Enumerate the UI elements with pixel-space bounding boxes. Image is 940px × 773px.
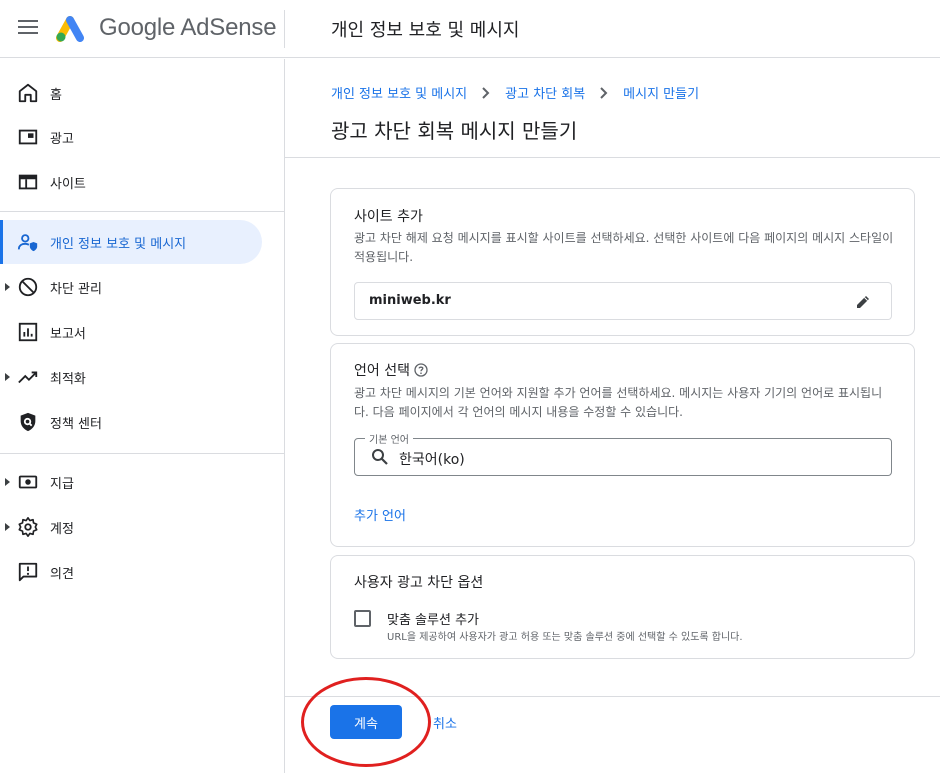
header-section-title: 개인 정보 보호 및 메시지	[331, 20, 520, 41]
site-field[interactable]: miniweb.kr	[354, 282, 892, 320]
language-card-title: 언어 선택	[354, 360, 428, 380]
active-indicator	[0, 220, 3, 264]
sidebar-item-label: 의견	[50, 566, 74, 582]
continue-button[interactable]: 계속	[330, 705, 402, 739]
sidebar-item-label: 최적화	[50, 371, 86, 387]
breadcrumb: 개인 정보 보호 및 메시지 광고 차단 회복 메시지 만들기	[331, 83, 699, 102]
sidebar-item-label: 광고	[50, 131, 74, 147]
site-value: miniweb.kr	[369, 293, 451, 308]
sidebar-item-sites[interactable]: 사이트	[0, 160, 262, 204]
payments-icon	[18, 475, 38, 489]
sites-card-title: 사이트 추가	[354, 209, 423, 225]
language-card-description: 광고 차단 메시지의 기본 언어와 지원할 추가 언어를 선택하세요. 메시지는…	[354, 386, 883, 419]
privacy-messaging-icon	[17, 234, 38, 252]
policy-center-icon	[20, 412, 36, 432]
custom-solution-label: 맞춤 솔루션 추가	[387, 613, 479, 628]
footer-divider	[285, 696, 940, 697]
sidebar-nav: 홈 광고 사이트 개인 정보 보호 및 메시지 차단 관리 보고서 최적화 정책…	[0, 59, 285, 773]
language-card-title-text: 언어 선택	[354, 363, 410, 379]
chevron-right-icon	[600, 86, 608, 99]
options-card-title: 사용자 광고 차단 옵션	[354, 575, 484, 591]
account-gear-icon	[18, 517, 38, 537]
top-app-bar: Google AdSense 개인 정보 보호 및 메시지	[0, 0, 940, 58]
custom-solution-checkbox[interactable]	[354, 610, 371, 627]
sidebar-item-privacy-messaging[interactable]: 개인 정보 보호 및 메시지	[0, 220, 262, 264]
menu-icon[interactable]	[18, 20, 38, 36]
sidebar-item-label: 홈	[50, 87, 62, 103]
adsense-logo-icon	[56, 16, 84, 42]
sidebar-item-payments[interactable]: 지급	[0, 460, 262, 504]
custom-solution-description: URL을 제공하여 사용자가 광고 허용 또는 맞춤 솔루션 중에 선택할 수 …	[387, 632, 743, 643]
user-options-card: 사용자 광고 차단 옵션 맞춤 솔루션 추가 URL을 제공하여 사용자가 광고…	[330, 555, 915, 659]
sidebar-item-home[interactable]: 홈	[0, 71, 262, 115]
breadcrumb-link-ad-block-recovery[interactable]: 광고 차단 회복	[505, 83, 585, 102]
help-icon[interactable]	[414, 363, 428, 377]
app-name: Google AdSense	[99, 14, 277, 41]
page-title: 광고 차단 회복 메시지 만들기	[331, 119, 578, 143]
search-icon	[372, 449, 388, 465]
sidebar-item-label: 개인 정보 보호 및 메시지	[50, 236, 187, 252]
breadcrumb-link-privacy[interactable]: 개인 정보 보호 및 메시지	[331, 83, 467, 102]
sidebar-item-feedback[interactable]: 의견	[0, 550, 262, 594]
expand-caret-icon[interactable]	[5, 523, 10, 531]
sites-card: 사이트 추가 광고 차단 해제 요청 메시지를 표시할 사이트를 선택하세요. …	[330, 188, 915, 336]
expand-caret-icon[interactable]	[5, 283, 10, 291]
expand-caret-icon[interactable]	[5, 373, 10, 381]
default-language-label: 기본 언어	[365, 431, 413, 446]
breadcrumb-link-create-message[interactable]: 메시지 만들기	[623, 83, 699, 102]
sidebar-item-reports[interactable]: 보고서	[0, 310, 262, 354]
language-card: 언어 선택 광고 차단 메시지의 기본 언어와 지원할 추가 언어를 선택하세요…	[330, 343, 915, 547]
feedback-icon	[18, 562, 38, 582]
default-language-value: 한국어(ko)	[399, 452, 465, 468]
home-icon	[18, 83, 38, 103]
sidebar-item-label: 정책 센터	[50, 416, 102, 432]
ads-icon	[18, 129, 38, 145]
edit-pencil-icon[interactable]	[855, 294, 871, 310]
sidebar-item-optimization[interactable]: 최적화	[0, 355, 262, 399]
sidebar-divider	[0, 211, 285, 212]
add-language-link[interactable]: 추가 언어	[354, 505, 406, 524]
reports-icon	[18, 322, 38, 342]
sidebar-item-ads[interactable]: 광고	[0, 115, 262, 159]
sidebar-divider	[0, 453, 285, 454]
sidebar-item-account[interactable]: 계정	[0, 505, 262, 549]
default-language-select[interactable]: 기본 언어 한국어(ko)	[354, 431, 892, 476]
sidebar-item-label: 차단 관리	[50, 281, 102, 297]
sites-card-description: 광고 차단 해제 요청 메시지를 표시할 사이트를 선택하세요. 선택한 사이트…	[354, 231, 894, 264]
header-divider	[285, 157, 940, 158]
cancel-button[interactable]: 취소	[433, 713, 457, 732]
sidebar-item-label: 보고서	[50, 326, 86, 342]
expand-caret-icon[interactable]	[5, 478, 10, 486]
optimization-icon	[18, 371, 38, 384]
chevron-right-icon	[482, 86, 490, 99]
sidebar-item-policy-center[interactable]: 정책 센터	[0, 400, 262, 444]
sites-icon	[18, 174, 38, 190]
topbar-divider	[284, 10, 285, 48]
sidebar-item-blocking-controls[interactable]: 차단 관리	[0, 265, 262, 309]
sidebar-item-label: 지급	[50, 476, 74, 492]
sidebar-item-label: 사이트	[50, 176, 86, 192]
sidebar-item-label: 계정	[50, 521, 74, 537]
main-content: 개인 정보 보호 및 메시지 광고 차단 회복 메시지 만들기 광고 차단 회복…	[285, 59, 940, 773]
block-icon	[18, 277, 38, 297]
